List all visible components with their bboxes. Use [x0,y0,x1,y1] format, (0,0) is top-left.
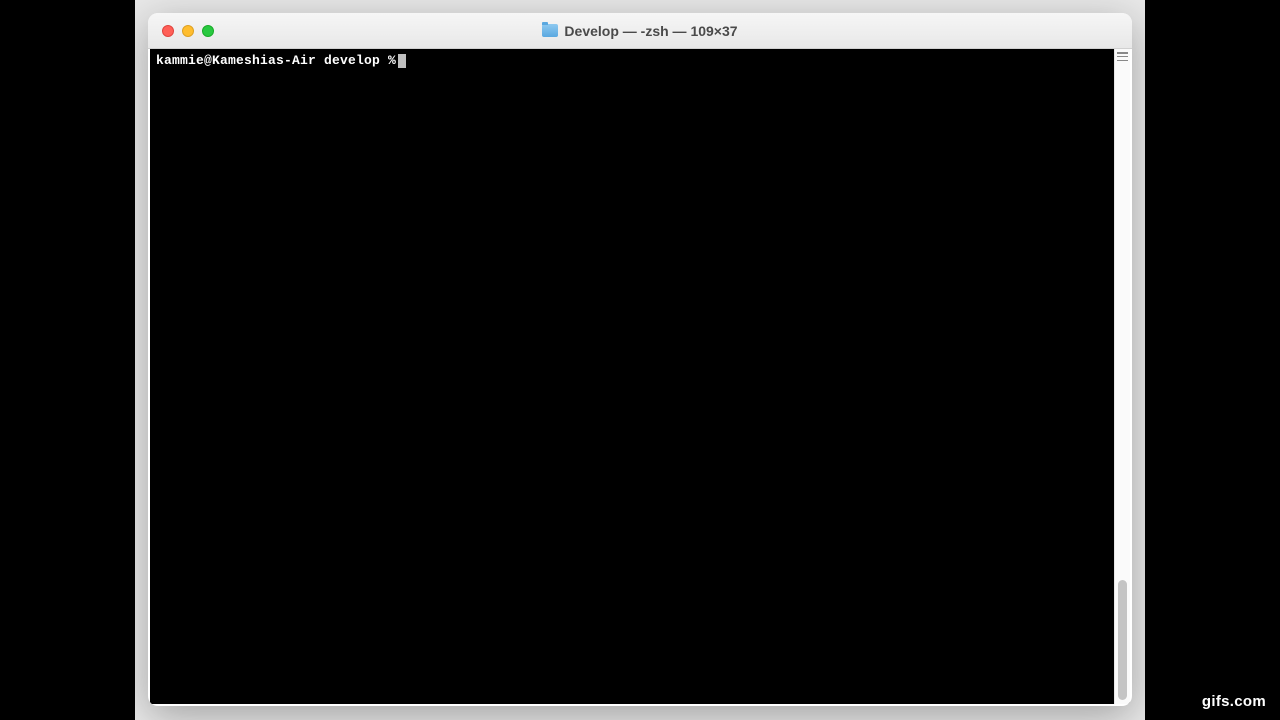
terminal-content[interactable]: kammie@Kameshias-Air develop % [150,49,1114,704]
folder-icon [542,24,558,37]
maximize-button[interactable] [202,25,214,37]
minimize-button[interactable] [182,25,194,37]
scrollbar-thumb[interactable] [1118,580,1127,700]
close-button[interactable] [162,25,174,37]
terminal-window: Develop — -zsh — 109×37 kammie@Kameshias… [148,13,1132,706]
cursor [398,54,406,68]
traffic-lights [148,25,214,37]
prompt-text: kammie@Kameshias-Air develop % [156,53,396,69]
window-titlebar[interactable]: Develop — -zsh — 109×37 [148,13,1132,49]
window-title-wrap: Develop — -zsh — 109×37 [148,23,1132,39]
watermark: gifs.com [1202,693,1266,710]
scrollbar-menu-icon[interactable] [1117,52,1128,61]
scrollbar[interactable] [1114,49,1130,704]
terminal-body: kammie@Kameshias-Air develop % [150,49,1130,704]
window-title: Develop — -zsh — 109×37 [564,23,737,39]
prompt-line: kammie@Kameshias-Air develop % [156,53,1108,69]
